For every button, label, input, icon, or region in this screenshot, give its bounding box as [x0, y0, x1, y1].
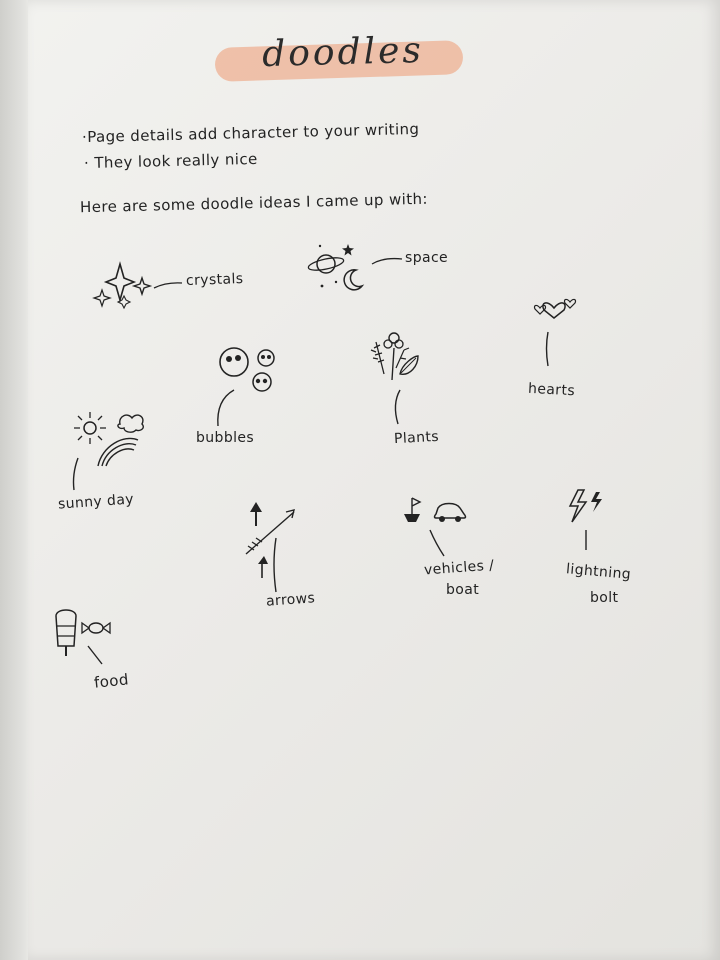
lightning-icon	[570, 490, 586, 522]
ice-lolly-icon	[56, 610, 76, 646]
label-space: space	[405, 250, 449, 266]
label-lightning-line-2: bolt	[590, 590, 619, 606]
label-plants: Plants	[393, 428, 440, 448]
car-icon	[435, 504, 466, 519]
label-arrows: arrows	[265, 590, 316, 610]
plants-doodle	[366, 328, 426, 428]
bubble-icon	[220, 348, 248, 376]
sun-icon	[84, 422, 96, 434]
lightning-icon	[591, 492, 602, 512]
bubbles-doodle	[200, 344, 280, 430]
heart-icon	[564, 299, 575, 308]
space-doodle	[306, 244, 374, 292]
vehicles-doodle	[404, 494, 470, 560]
space-leader-line	[370, 256, 404, 266]
food-doodle	[50, 606, 120, 676]
heart-icon	[543, 303, 565, 318]
crystals-doodle	[96, 262, 158, 310]
page-title: doodles	[261, 29, 425, 76]
candy-icon	[89, 623, 103, 633]
sunny-day-doodle	[66, 412, 156, 494]
star-icon	[342, 244, 354, 256]
sparkle-icon	[106, 264, 134, 300]
sparkle-icon	[134, 278, 150, 294]
heart-icon	[534, 305, 545, 314]
hearts-doodle	[532, 292, 580, 372]
label-hearts: hearts	[527, 380, 576, 400]
flower-icon	[389, 333, 399, 343]
crystals-leader-line	[152, 280, 184, 290]
arrows-doodle	[240, 502, 300, 598]
bubble-icon	[253, 373, 271, 391]
flag-boat-icon	[412, 498, 420, 514]
cloud-icon	[118, 415, 143, 432]
sparkle-icon	[94, 290, 110, 306]
label-vehicles-line-2: boat	[446, 582, 480, 598]
label-crystals: crystals	[185, 271, 244, 289]
lightning-doodle	[564, 486, 602, 556]
bubble-icon	[258, 350, 274, 366]
moon-icon	[344, 270, 362, 290]
label-food: food	[93, 670, 130, 692]
label-bubbles: bubbles	[196, 430, 255, 446]
arrow-icon	[246, 512, 294, 554]
